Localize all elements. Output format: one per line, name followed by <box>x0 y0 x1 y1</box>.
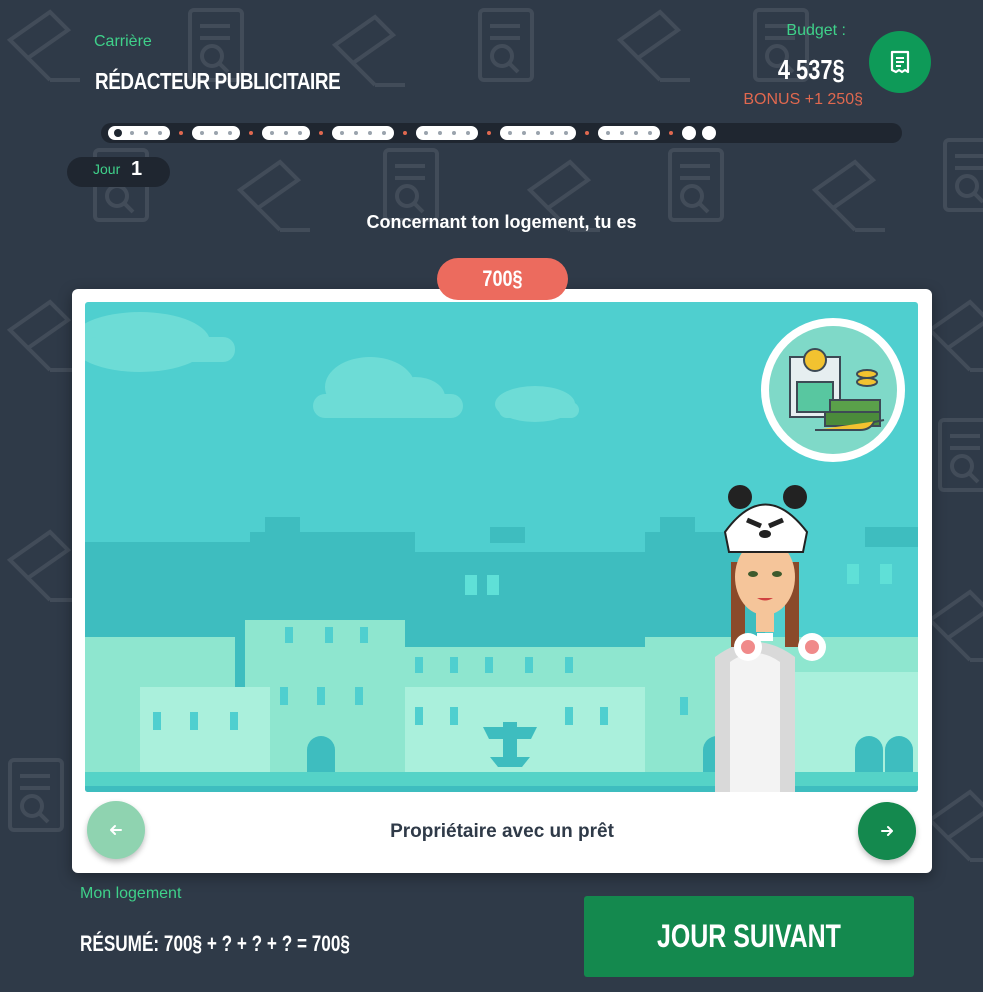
price-value: 700§ <box>482 266 523 291</box>
day-dot <box>228 131 232 135</box>
receipt-icon <box>890 50 910 74</box>
week-separator-dot <box>669 131 673 135</box>
budget-summary: RÉSUMÉ: 700§ + ? + ? + ? = 700§ <box>80 931 350 956</box>
next-day-label: JOUR SUIVANT <box>657 918 841 954</box>
day-dot <box>340 131 344 135</box>
day-dot <box>536 131 540 135</box>
final-day-dot <box>702 126 716 140</box>
day-label: Jour <box>93 161 121 177</box>
day-number: 1 <box>131 158 143 180</box>
day-dot <box>130 131 134 135</box>
progress-segment <box>332 126 394 140</box>
day-dot <box>550 131 554 135</box>
final-day-dot <box>682 126 696 140</box>
day-dot <box>298 131 302 135</box>
day-dot <box>634 131 638 135</box>
day-dot <box>466 131 470 135</box>
day-dot <box>620 131 624 135</box>
day-dot <box>270 131 274 135</box>
budget-bonus: BONUS +1 250§ <box>743 91 863 108</box>
day-dot <box>284 131 288 135</box>
next-day-button[interactable]: JOUR SUIVANT <box>584 896 914 977</box>
week-separator-dot <box>487 131 491 135</box>
day-dot <box>158 131 162 135</box>
day-dot <box>452 131 456 135</box>
question-text: Concernant ton logement, tu es <box>366 212 637 232</box>
week-separator-dot <box>585 131 589 135</box>
week-separator-dot <box>179 131 183 135</box>
day-dot <box>354 131 358 135</box>
progress-segment <box>192 126 240 140</box>
day-dot <box>522 131 526 135</box>
budget-label: Budget : <box>786 22 846 39</box>
day-dot <box>438 131 442 135</box>
receipt-button[interactable] <box>869 31 931 93</box>
progress-segment <box>598 126 660 140</box>
progress-segment <box>416 126 478 140</box>
day-dot <box>214 131 218 135</box>
week-separator-dot <box>319 131 323 135</box>
budget-value: 4 537§ <box>778 54 845 85</box>
career-label: Carrière <box>94 33 152 50</box>
day-dot <box>424 131 428 135</box>
day-dot <box>508 131 512 135</box>
price-tag: 700§ <box>437 258 568 300</box>
next-option-button[interactable] <box>858 802 916 860</box>
career-title: RÉDACTEUR PUBLICITAIRE <box>95 68 341 94</box>
day-dot <box>382 131 386 135</box>
week-separator-dot <box>403 131 407 135</box>
day-dot <box>606 131 610 135</box>
day-progress-track <box>101 123 902 143</box>
week-separator-dot <box>249 131 253 135</box>
arrow-right-icon <box>881 826 893 836</box>
progress-segment <box>500 126 576 140</box>
housing-illustration <box>85 302 918 792</box>
option-label: Propriétaire avec un prêt <box>390 821 614 842</box>
day-dot <box>564 131 568 135</box>
day-dot <box>144 131 148 135</box>
day-dot <box>200 131 204 135</box>
day-dot <box>368 131 372 135</box>
current-day-marker <box>114 129 122 137</box>
housing-label: Mon logement <box>80 885 182 902</box>
progress-segment <box>108 126 170 140</box>
day-dot <box>648 131 652 135</box>
progress-segment <box>262 126 310 140</box>
